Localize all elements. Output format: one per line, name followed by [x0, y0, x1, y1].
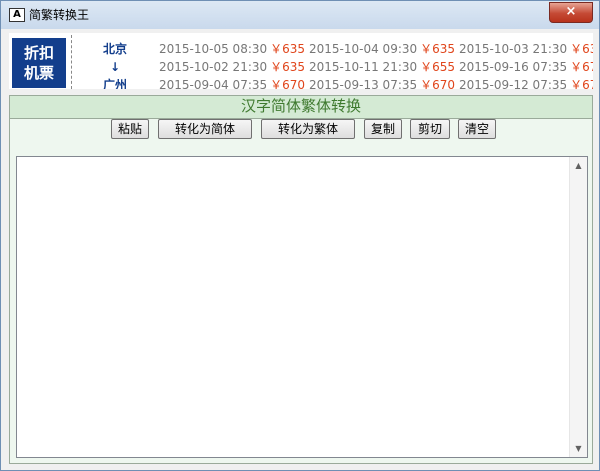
scroll-down-icon[interactable]: ▼	[570, 440, 587, 457]
route-from: 北京	[102, 42, 127, 56]
fare-price: ￥670	[570, 78, 593, 89]
editor-frame: ▲ ▼	[16, 156, 588, 458]
fare-date: 2015-09-13 07:35	[309, 78, 418, 89]
fare-price: ￥670	[420, 78, 456, 89]
fare-item[interactable]: 2015-10-05 08:30 ￥635	[159, 40, 305, 58]
fare-item[interactable]: 2015-09-12 07:35￥670	[459, 76, 593, 89]
paste-button[interactable]: 粘贴	[111, 119, 149, 139]
fare-date: 2015-10-03 21:30	[459, 42, 568, 56]
fare-price: ￥670	[570, 60, 593, 74]
route-to: 广州	[102, 78, 127, 89]
route-arrow: ↓	[109, 60, 121, 74]
fare-price: ￥635	[270, 42, 306, 56]
window-title: 简繁转换王	[29, 8, 90, 22]
route[interactable]: 北京 ↓ 广州	[87, 40, 143, 89]
converter-heading: 汉字简体繁体转换	[10, 96, 592, 119]
fare-date: 2015-09-12 07:35	[459, 78, 568, 89]
vertical-scrollbar[interactable]: ▲ ▼	[569, 157, 587, 457]
copy-button[interactable]: 复制	[364, 119, 402, 139]
fare-item[interactable]: 2015-09-13 07:35 ￥670	[309, 76, 455, 89]
to-traditional-button[interactable]: 转化为繁体	[261, 119, 355, 139]
fare-item[interactable]: 2015-10-11 21:30 ￥655	[309, 58, 455, 76]
fare-item[interactable]: 2015-09-16 07:35￥670	[459, 58, 593, 76]
discount-ticket-logo[interactable]: 折扣 机票	[12, 38, 66, 88]
fare-date: 2015-09-04 07:35	[159, 78, 268, 89]
banner-divider	[71, 35, 72, 89]
logo-line-2: 机票	[23, 64, 54, 82]
fare-price: ￥670	[270, 78, 306, 89]
app-icon[interactable]: A	[9, 8, 25, 22]
text-editor[interactable]	[17, 157, 571, 457]
fare-date: 2015-10-02 21:30	[159, 60, 268, 74]
scroll-up-icon[interactable]: ▲	[570, 157, 587, 174]
fare-date: 2015-10-05 08:30	[159, 42, 268, 56]
logo-line-1: 折扣	[23, 44, 54, 62]
clear-button[interactable]: 清空	[458, 119, 496, 139]
fare-item[interactable]: 2015-10-03 21:30￥635	[459, 40, 593, 58]
fare-date: 2015-09-16 07:35	[459, 60, 568, 74]
fare-price: ￥635	[570, 42, 593, 56]
fare-item[interactable]: 2015-09-04 07:35 ￥670	[159, 76, 305, 89]
close-button[interactable]: ×	[549, 2, 593, 23]
cut-button[interactable]: 剪切	[410, 119, 450, 139]
fare-date: 2015-10-11 21:30	[309, 60, 418, 74]
fare-price: ￥635	[270, 60, 306, 74]
fare-price: ￥635	[420, 42, 456, 56]
converter-panel: 汉字简体繁体转换 粘贴 转化为简体 转化为繁体 复制 剪切 清空 ▲ ▼	[9, 95, 593, 464]
to-simplified-button[interactable]: 转化为简体	[158, 119, 252, 139]
fare-date: 2015-10-04 09:30	[309, 42, 418, 56]
fare-item[interactable]: 2015-10-04 09:30 ￥635	[309, 40, 455, 58]
title-bar: A 简繁转换王 ×	[1, 1, 599, 29]
fare-price: ￥655	[420, 60, 456, 74]
app-window: A 简繁转换王 × 折扣 机票 北京 ↓ 广州 2015-10-05 08:30…	[0, 0, 600, 471]
ticket-ad-banner[interactable]: 折扣 机票 北京 ↓ 广州 2015-10-05 08:30 ￥635 2015-…	[9, 33, 593, 89]
fare-item[interactable]: 2015-10-02 21:30 ￥635	[159, 58, 305, 76]
